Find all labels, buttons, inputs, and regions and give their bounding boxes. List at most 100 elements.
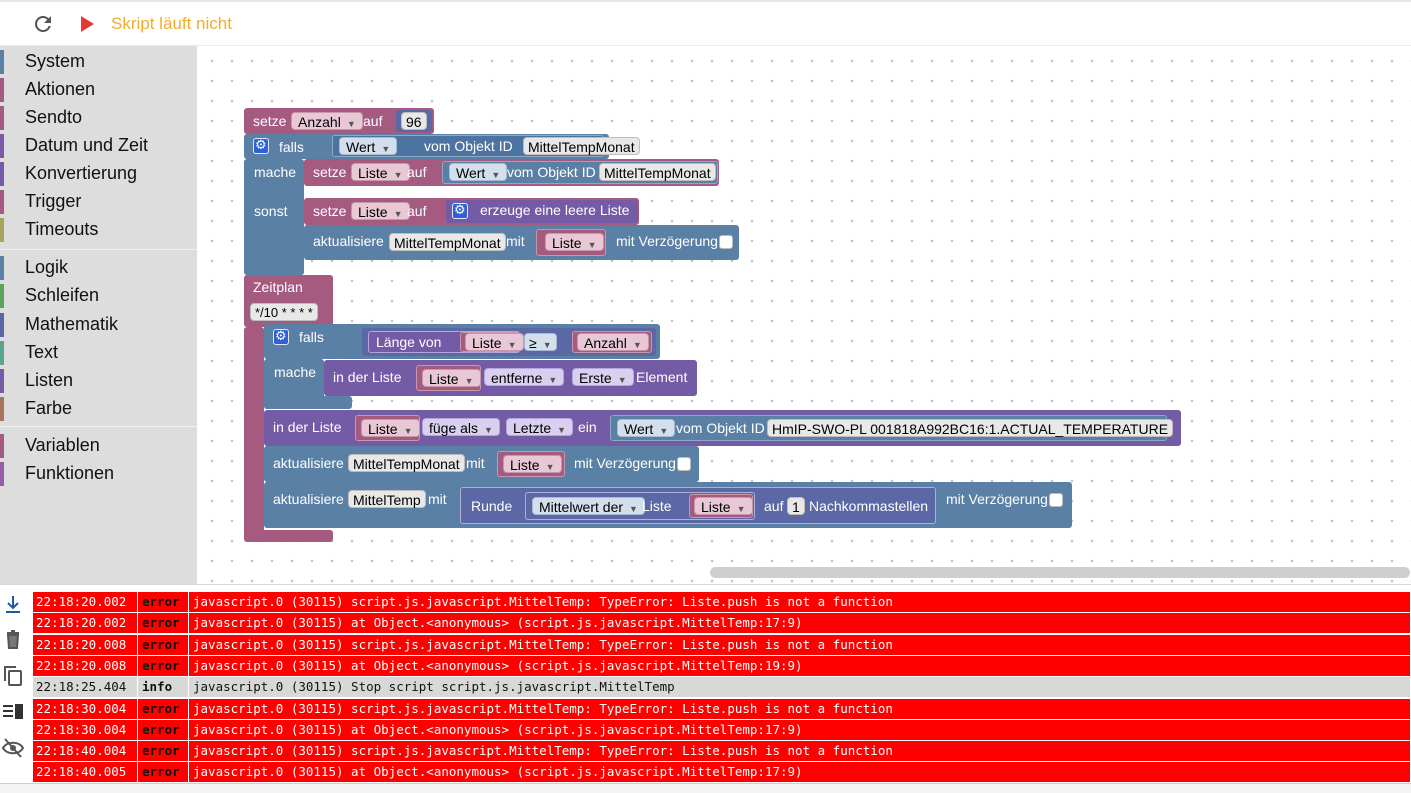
object-id-field[interactable]: HmIP-SWO-PL 001818A992BC16:1.ACTUAL_TEMP… — [767, 419, 1174, 437]
decimals-field[interactable]: 1 — [787, 497, 805, 515]
property-dropdown[interactable]: Wert ▼ — [339, 137, 398, 155]
category-variablen[interactable]: Variablen — [0, 432, 197, 460]
delay-checkbox[interactable] — [1049, 493, 1063, 507]
category-label: Datum und Zeit — [25, 135, 149, 155]
scroll-down-icon[interactable] — [0, 591, 26, 617]
mode-dropdown[interactable]: füge als ▼ — [422, 418, 500, 436]
category-schleifen[interactable]: Schleifen — [0, 282, 197, 310]
category-funktionen[interactable]: Funktionen — [0, 460, 197, 488]
property-dropdown[interactable]: Wert ▼ — [449, 163, 508, 181]
copy-icon[interactable] — [0, 663, 26, 689]
log-level: error — [139, 741, 189, 761]
list-math-block[interactable]: Mittelwert der ▼ Liste Liste ▼ — [525, 492, 755, 520]
get-variable-block[interactable]: Liste ▼ — [355, 415, 420, 441]
list-remove-block[interactable]: in der Liste Liste ▼ entferne ▼ Erste ▼ Ele… — [324, 360, 697, 396]
variable-dropdown[interactable]: Liste ▼ — [351, 202, 410, 220]
object-id-field[interactable]: MittelTempMonat — [599, 163, 716, 181]
get-variable-block[interactable]: Liste ▼ — [536, 229, 606, 256]
category-aktionen[interactable]: Aktionen — [0, 76, 197, 104]
block-label: falls — [299, 329, 324, 345]
category-label: Farbe — [25, 398, 73, 418]
position-dropdown[interactable]: Letzte ▼ — [506, 418, 574, 436]
get-state-block[interactable]: Wert ▼ vom Objekt ID MittelTempMonat — [332, 135, 640, 157]
update-state-block[interactable]: aktualisiere MittelTempMonat mit Liste ▼ … — [304, 225, 739, 260]
get-variable-block[interactable]: Anzahl ▼ — [572, 331, 652, 353]
variable-dropdown[interactable]: Anzahl ▼ — [291, 112, 363, 130]
variable-dropdown[interactable]: Liste ▼ — [465, 333, 524, 351]
variable-dropdown[interactable]: Liste ▼ — [694, 497, 753, 515]
play-icon[interactable] — [76, 12, 98, 36]
category-timeouts[interactable]: Timeouts — [0, 216, 197, 244]
dropdown-value: Erste — [579, 370, 612, 386]
update-state-block[interactable]: aktualisiere MittelTempMonat mit Liste ▼ … — [264, 446, 699, 482]
category-text[interactable]: Text — [0, 339, 197, 367]
set-variable-block[interactable]: setze Liste ▼ auf Wert ▼ vom Objekt ID Mit… — [304, 159, 719, 186]
gear-icon[interactable] — [253, 137, 269, 154]
category-datum-und-zeit[interactable]: Datum und Zeit — [0, 132, 197, 160]
category-label: Logik — [25, 257, 69, 277]
property-dropdown[interactable]: Wert ▼ — [617, 419, 676, 437]
set-variable-block[interactable]: setze Anzahl ▼ auf 96 — [244, 108, 434, 134]
schedule-block-header[interactable]: Zeitplan */10 * * * * — [244, 275, 333, 327]
list-insert-block[interactable]: in der Liste Liste ▼ füge als ▼ Letzte ▼ ei… — [264, 410, 1181, 446]
variable-dropdown[interactable]: Liste ▼ — [351, 163, 410, 181]
get-variable-block[interactable]: Liste ▼ — [416, 365, 481, 391]
category-label: System — [25, 51, 86, 71]
get-state-block[interactable]: Wert ▼ vom Objekt ID MittelTempMonat — [442, 161, 718, 184]
variable-dropdown[interactable]: Liste ▼ — [361, 419, 420, 437]
category-konvertierung[interactable]: Konvertierung — [0, 160, 197, 188]
get-variable-block[interactable]: Liste ▼ — [497, 451, 565, 477]
variable-dropdown[interactable]: Liste ▼ — [545, 233, 604, 251]
object-id-field[interactable]: MittelTempMonat — [523, 137, 640, 155]
number-block[interactable]: 96 — [396, 110, 432, 132]
create-empty-list-block[interactable]: erzeuge eine leere Liste — [446, 200, 638, 223]
category-system[interactable]: System — [0, 48, 197, 76]
function-dropdown[interactable]: Mittelwert der ▼ — [532, 497, 645, 515]
delay-checkbox[interactable] — [677, 457, 691, 471]
category-color-bar — [0, 434, 4, 458]
object-id-field[interactable]: MittelTempMonat — [348, 454, 465, 472]
dropdown-value: Wert — [346, 139, 376, 155]
delay-checkbox[interactable] — [719, 235, 733, 249]
object-id-field[interactable]: MittelTempMonat — [389, 233, 506, 251]
block-label: ein — [578, 419, 597, 435]
log-level: error — [139, 720, 189, 740]
if-block-footer — [244, 260, 304, 275]
get-variable-block[interactable]: Liste ▼ — [460, 332, 524, 352]
action-dropdown[interactable]: entferne ▼ — [484, 368, 565, 386]
gear-icon[interactable] — [452, 202, 468, 219]
operator-dropdown[interactable]: ≥ ▼ — [524, 333, 557, 351]
log-row: 22:18:30.004 error javascript.0 (30115) … — [33, 720, 1411, 740]
get-state-block[interactable]: Wert ▼ vom Objekt ID HmIP-SWO-PL 001818A9… — [610, 415, 1174, 441]
update-state-block[interactable]: aktualisiere MittelTemp mit Runde Mittel… — [264, 482, 1072, 528]
blockly-workspace[interactable]: setze Anzahl ▼ auf 96 falls Wert ▼ vom Obj… — [197, 46, 1411, 584]
cron-field[interactable]: */10 * * * * — [250, 303, 318, 321]
category-logik[interactable]: Logik — [0, 254, 197, 282]
block-label: mit — [428, 491, 447, 507]
block-label: aktualisiere — [273, 455, 344, 471]
category-mathematik[interactable]: Mathematik — [0, 311, 197, 339]
round-block[interactable]: Runde Mittelwert der ▼ Liste Liste ▼ auf 1… — [460, 487, 936, 524]
position-dropdown[interactable]: Erste ▼ — [572, 368, 634, 386]
refresh-icon[interactable] — [31, 12, 55, 36]
variable-dropdown[interactable]: Liste ▼ — [422, 369, 481, 387]
chevron-down-icon: ▼ — [393, 170, 403, 180]
variable-dropdown[interactable]: Liste ▼ — [503, 455, 562, 473]
if-block-header[interactable]: falls Länge von Liste▼ ≥▼ Anzahl▼ — [264, 324, 660, 359]
compare-block[interactable]: Länge von Liste ▼ ≥ ▼ Anzahl ▼ — [362, 328, 656, 356]
object-id-field[interactable]: MittelTemp — [348, 490, 426, 508]
category-listen[interactable]: Listen — [0, 367, 197, 395]
columns-icon[interactable] — [0, 699, 26, 725]
category-trigger[interactable]: Trigger — [0, 188, 197, 216]
gear-icon[interactable] — [273, 328, 289, 345]
category-farbe[interactable]: Farbe — [0, 395, 197, 423]
hide-icon[interactable] — [0, 735, 26, 761]
clear-icon[interactable] — [0, 627, 26, 653]
get-variable-block[interactable]: Liste ▼ — [689, 494, 753, 518]
workspace-scrollbar[interactable] — [710, 567, 1410, 578]
number-field[interactable]: 96 — [401, 112, 427, 130]
category-sendto[interactable]: Sendto — [0, 104, 197, 132]
list-length-block[interactable]: Länge von Liste ▼ — [368, 331, 524, 353]
variable-dropdown[interactable]: Anzahl ▼ — [577, 333, 649, 351]
set-variable-block[interactable]: setze Liste ▼ auf erzeuge eine leere List… — [304, 198, 639, 225]
